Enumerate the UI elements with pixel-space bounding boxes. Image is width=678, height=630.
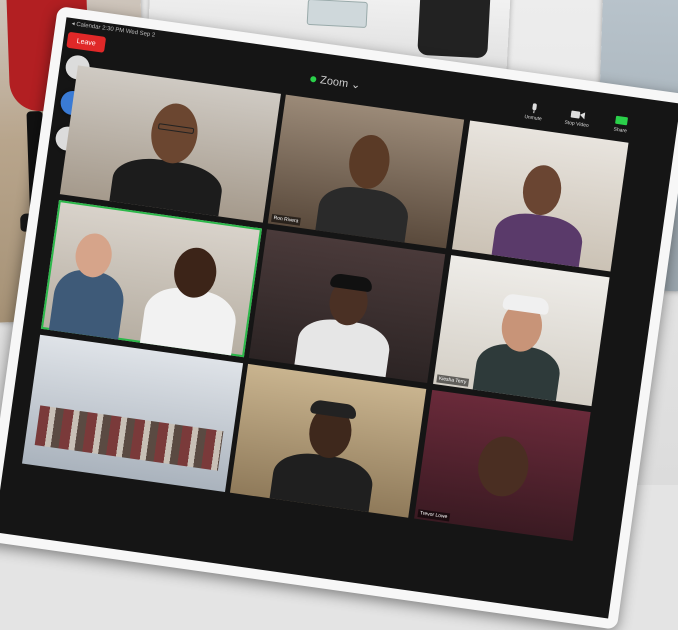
- participant-body: [268, 448, 376, 518]
- video-camera-icon: [570, 110, 586, 120]
- share-label: Share: [613, 126, 628, 135]
- video-tile-top-left[interactable]: [59, 65, 281, 223]
- participant-head: [474, 433, 533, 500]
- video-tile-top-center[interactable]: Ron Rivera: [267, 94, 465, 249]
- video-tile-bottom-left[interactable]: [21, 334, 244, 492]
- participant-name: Ron Rivera: [271, 213, 301, 226]
- tablet-device: ◂ Calendar 2:30 PM Wed Sep 2 Leave Zoom …: [0, 6, 678, 630]
- plastic-box: [306, 0, 368, 29]
- video-tile-middle-left[interactable]: [40, 200, 263, 358]
- classroom-group: [34, 405, 224, 471]
- participant-head: [519, 162, 565, 218]
- share-icon: [615, 115, 628, 126]
- unmute-label: Unmute: [523, 114, 543, 123]
- encryption-status-icon: [309, 75, 317, 83]
- video-tile-top-right[interactable]: [451, 120, 629, 272]
- chevron-down-icon: ⌄: [350, 78, 362, 92]
- stop-video-label: Stop Video: [564, 119, 590, 129]
- video-tile-bottom-center[interactable]: [229, 363, 427, 518]
- video-tile-middle-center[interactable]: [248, 229, 446, 384]
- participant-body: [48, 266, 128, 346]
- video-tile-middle-right[interactable]: Kiesha Terry: [433, 255, 610, 407]
- participant-head: [345, 132, 393, 192]
- participant-name: Trevor Lowe: [417, 509, 450, 522]
- leave-button[interactable]: Leave: [66, 31, 107, 53]
- participant-name: Kiesha Terry: [436, 374, 469, 387]
- video-tile-bottom-right[interactable]: Trevor Lowe: [414, 389, 591, 541]
- microphone-icon: [532, 103, 537, 114]
- background-person: [417, 0, 491, 59]
- participant-head: [147, 100, 202, 167]
